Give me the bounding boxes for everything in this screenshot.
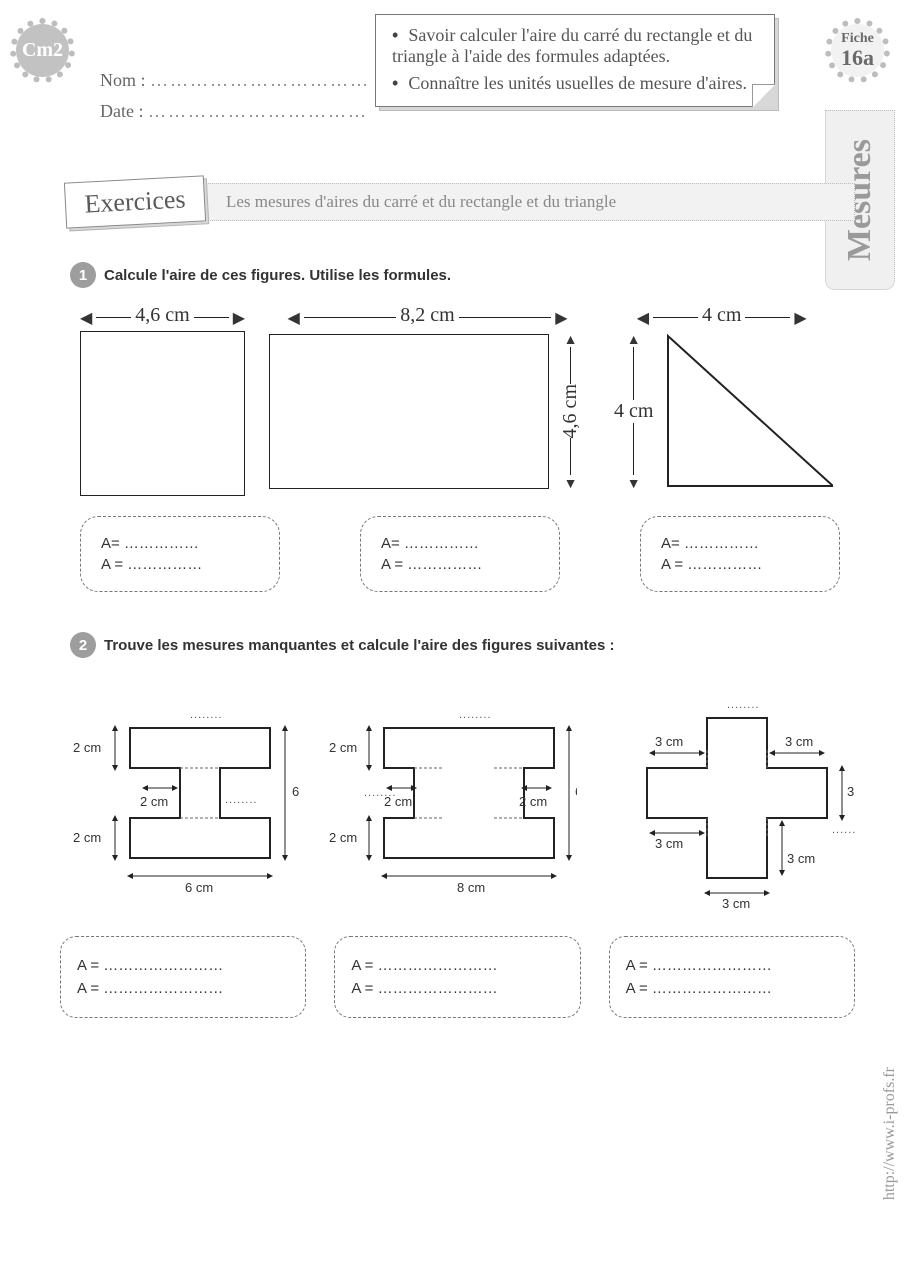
- a26: A = ……………………: [626, 980, 838, 997]
- arrow-down-icon: ▼: [627, 475, 641, 491]
- rect-width: 8,2 cm: [400, 304, 454, 327]
- arrow-up-icon: ▲: [564, 331, 578, 347]
- arrow-right-icon: ▶: [555, 308, 567, 328]
- p-3-6: 3 cm: [787, 851, 815, 866]
- fiche-number: 16a: [841, 46, 874, 69]
- objectives-box: Savoir calculer l'aire du carré du recta…: [375, 14, 775, 107]
- exercices-banner: Exercices Les mesures d'aires du carré e…: [65, 172, 855, 232]
- p-3-5: 3 cm: [722, 896, 750, 911]
- ex2-answers-row: A = …………………… A = …………………… A = …………………… A…: [60, 936, 855, 1018]
- tri-side: 4 cm: [614, 400, 653, 423]
- arrow-left-icon: ◀: [80, 308, 92, 328]
- p-right-missing: ........: [832, 824, 855, 836]
- ans2-box-1: A = …………………… A = ……………………: [60, 936, 306, 1018]
- ans2-l2: A = ……………: [381, 556, 539, 573]
- ans1-l2: A = ……………: [101, 556, 259, 573]
- ans-box-2: A= …………… A = ……………: [360, 516, 560, 592]
- fiche-word: Fiche: [841, 31, 874, 46]
- shape-i: ........ 2 cm 2 cm ........ 2 cm 6 cm 6 …: [70, 688, 299, 908]
- arrow-left-icon: ◀: [637, 308, 649, 328]
- arrow-left-icon: ◀: [288, 308, 300, 328]
- rectangle-shape: [269, 334, 549, 489]
- a21: A = ……………………: [77, 957, 289, 974]
- banner-title: Les mesures d'aires du carré et du recta…: [195, 183, 855, 221]
- objective-1: Savoir calculer l'aire du carré du recta…: [392, 25, 758, 67]
- ex2-prompt: Trouve les mesures manquantes et calcule…: [104, 637, 614, 654]
- ex2-figures-row: ........ 2 cm 2 cm ........ 2 cm 6 cm 6 …: [70, 688, 855, 918]
- a23: A = ……………………: [351, 957, 563, 974]
- date-dots: ……………………………: [148, 101, 368, 121]
- objective-2: Connaître les unités usuelles de mesure …: [392, 73, 758, 94]
- a25: A = ……………………: [626, 957, 838, 974]
- ans3-l2: A = ……………: [661, 556, 819, 573]
- name-label: Nom :: [100, 70, 146, 90]
- i-top-missing: ........: [190, 709, 222, 721]
- fiche-badge: Fiche 16a: [825, 18, 890, 83]
- rect-height: 4,6 cm: [559, 384, 582, 438]
- grade-label: Cm2: [22, 40, 63, 61]
- h-left-missing: ........: [364, 787, 396, 799]
- ex2-number: 2: [70, 632, 96, 658]
- arrow-down-icon: ▼: [564, 475, 578, 491]
- fiche-label-wrap: Fiche 16a: [841, 32, 874, 70]
- h-2cm-r: 2 cm: [519, 794, 547, 809]
- i-mid-missing: ........: [225, 794, 257, 806]
- figure-triangle: ◀ 4 cm ▶ ▲ 4 cm ▼: [610, 304, 833, 491]
- shape-plus: ........ 3 cm 3 cm 3 cm ........ 3 cm 3 …: [607, 688, 855, 918]
- exercices-card: Exercices: [64, 175, 206, 228]
- arrow-right-icon: ▶: [233, 308, 245, 328]
- ans-box-1: A= …………… A = ……………: [80, 516, 280, 592]
- a22: A = ……………………: [77, 980, 289, 997]
- rect-varrow: ▲ 4,6 cm ▼: [555, 331, 586, 491]
- i-2cm-1: 2 cm: [73, 740, 101, 755]
- ex1-prompt: Calcule l'aire de ces figures. Utilise l…: [104, 267, 451, 284]
- ans2-box-2: A = …………………… A = ……………………: [334, 936, 580, 1018]
- h-2cm-1: 2 cm: [329, 740, 357, 755]
- arrow-right-icon: ▶: [794, 308, 806, 328]
- a24: A = ……………………: [351, 980, 563, 997]
- p-3-4: 3 cm: [655, 836, 683, 851]
- ex1-prompt-row: 1 Calcule l'aire de ces figures. Utilise…: [70, 262, 855, 288]
- date-label: Date :: [100, 101, 143, 121]
- p-top-missing: ........: [727, 699, 759, 711]
- i-2cm-mid: 2 cm: [140, 794, 168, 809]
- figure-square: ◀ 4,6 cm ▶: [80, 304, 245, 496]
- p-3-3: 3 cm: [847, 784, 855, 799]
- ans-box-3: A= …………… A = ……………: [640, 516, 840, 592]
- i-6cm-b: 6 cm: [185, 880, 213, 895]
- ans1-l1: A= ……………: [101, 535, 259, 552]
- tri-top: 4 cm: [702, 304, 741, 327]
- tri-varrow: ▲ 4 cm ▼: [610, 331, 657, 491]
- h-6cm: 6 cm: [575, 784, 577, 799]
- i-6cm: 6 cm: [292, 784, 299, 799]
- arrow-up-icon: ▲: [627, 331, 641, 347]
- h-8cm: 8 cm: [457, 880, 485, 895]
- ex1-number: 1: [70, 262, 96, 288]
- name-dots: ……………………………: [150, 70, 370, 90]
- p-3-1: 3 cm: [655, 734, 683, 749]
- p-3-2: 3 cm: [785, 734, 813, 749]
- ans2-box-3: A = …………………… A = ……………………: [609, 936, 855, 1018]
- square-shape: [80, 331, 245, 496]
- ans3-l1: A= ……………: [661, 535, 819, 552]
- triangle-shape: [663, 331, 833, 491]
- grade-badge: Cm2: [10, 18, 75, 83]
- i-2cm-2: 2 cm: [73, 830, 101, 845]
- ex1-figures-row: ◀ 4,6 cm ▶ ◀ 8,2 cm ▶ ▲ 4,6 cm ▼: [70, 304, 855, 496]
- figure-rectangle: ◀ 8,2 cm ▶ ▲ 4,6 cm ▼: [269, 304, 586, 491]
- shape-h: ........ 2 cm 2 cm ........ 2 cm 2 cm 6 …: [329, 688, 577, 908]
- footer-url: http://www.i-profs.fr: [881, 1067, 899, 1200]
- h-top-missing: ........: [459, 709, 491, 721]
- ex1-answers-row: A= …………… A = …………… A= …………… A = …………… A=…: [80, 516, 855, 592]
- h-2cm-2: 2 cm: [329, 830, 357, 845]
- ans2-l1: A= ……………: [381, 535, 539, 552]
- square-width: 4,6 cm: [135, 304, 189, 327]
- ex2-prompt-row: 2 Trouve les mesures manquantes et calcu…: [70, 632, 855, 658]
